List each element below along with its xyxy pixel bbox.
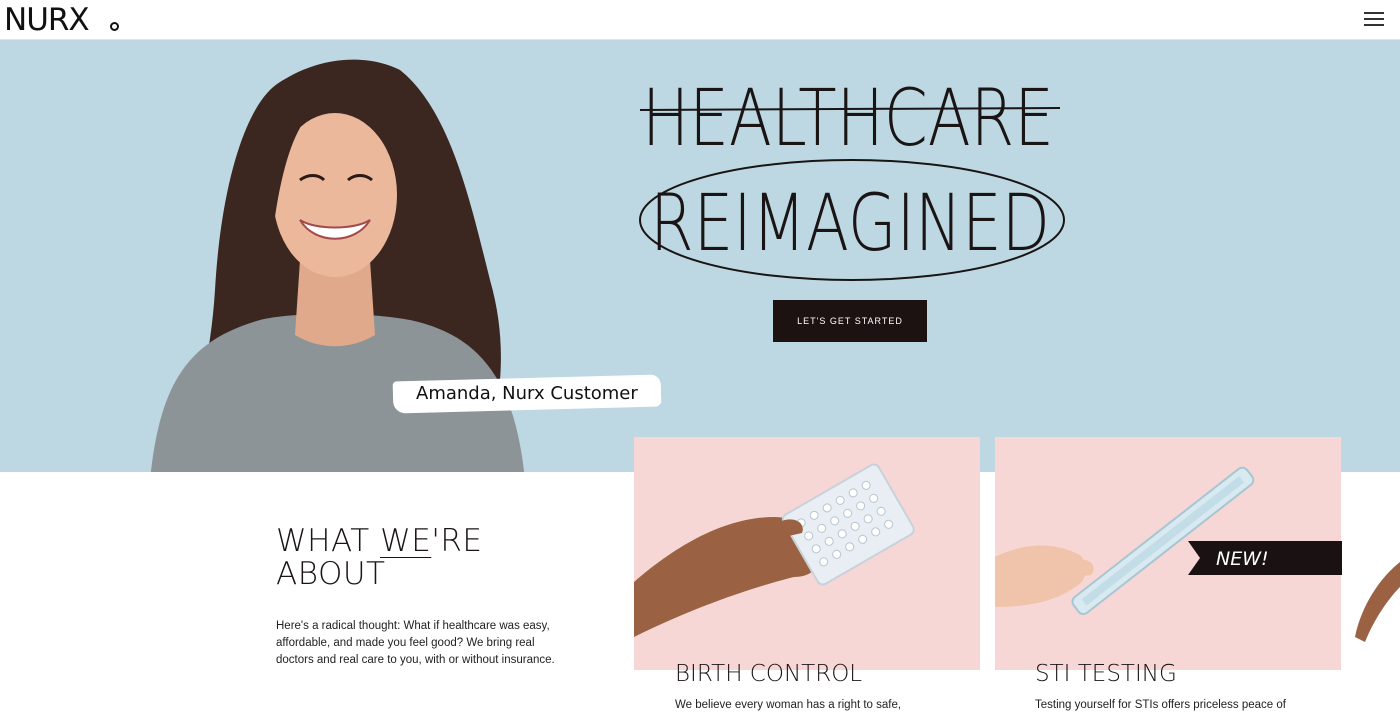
new-badge: NEW!: [1188, 541, 1342, 575]
about-title-part1: WHAT: [276, 523, 381, 559]
site-header: NURX: [0, 0, 1400, 40]
service-card-next-partial[interactable]: [1355, 472, 1400, 717]
sti-testing-description: Testing yourself for STIs offers pricele…: [1035, 699, 1286, 711]
birth-control-description: We believe every woman has a right to sa…: [675, 699, 902, 711]
next-card-hand-icon: [1355, 562, 1400, 642]
about-description: Here's a radical thought: What if health…: [276, 620, 555, 666]
about-title-part2: 'RE: [431, 523, 483, 559]
sti-testing-title[interactable]: STI TESTING: [1035, 661, 1177, 687]
birth-control-pills-icon: [634, 463, 915, 637]
new-badge-label: NEW!: [1216, 548, 1269, 570]
logo-dot-icon: [110, 22, 119, 31]
about-title-line2: ABOUT: [276, 556, 386, 592]
hamburger-menu-icon[interactable]: [1364, 9, 1386, 29]
about-title-we: WE: [380, 523, 432, 559]
hero-headline: HEALTHCARE REIMAGINED: [639, 74, 1065, 281]
customer-caption: Amanda, Nurx Customer: [416, 383, 638, 404]
hero-section: Amanda, Nurx Customer HEALTHCARE REIMAGI…: [0, 40, 1400, 472]
headline-line2: REIMAGINED: [650, 179, 1050, 269]
service-card-birth-control[interactable]: [634, 437, 980, 670]
nurx-logo[interactable]: NURX: [4, 4, 90, 36]
about-title: WHAT WE'RE ABOUT: [276, 525, 482, 591]
headline-line1: HEALTHCARE: [642, 74, 1054, 164]
birth-control-title[interactable]: BIRTH CONTROL: [675, 661, 862, 687]
get-started-button[interactable]: LET'S GET STARTED: [773, 300, 927, 342]
